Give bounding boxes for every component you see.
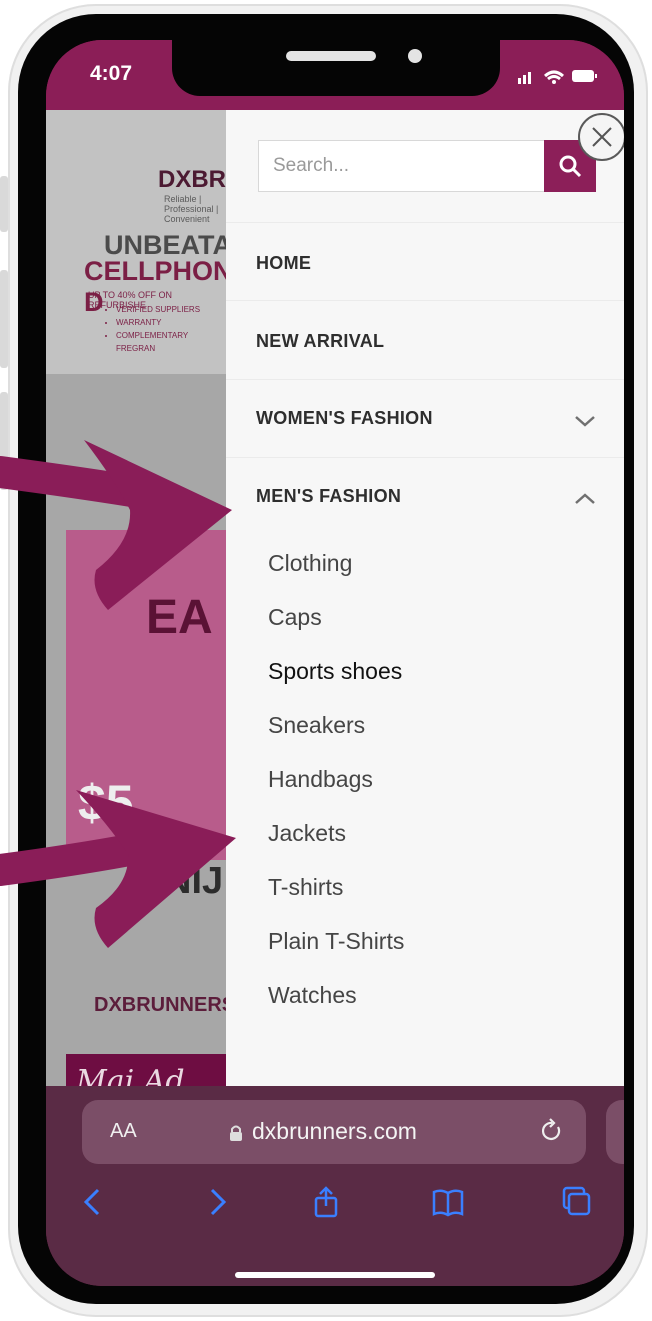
lock-icon bbox=[230, 1125, 242, 1141]
sub-item-watches[interactable]: Watches bbox=[268, 982, 357, 1009]
menu-item-womens-fashion[interactable]: WOMEN'S FASHION bbox=[256, 408, 586, 438]
camera bbox=[408, 49, 422, 63]
tabs-icon[interactable] bbox=[558, 1184, 594, 1220]
divider bbox=[226, 222, 624, 223]
address-bar[interactable]: AA dxbrunners.com bbox=[82, 1100, 586, 1164]
banner-point: COMPLEMENTARY FREGRAN bbox=[116, 329, 226, 355]
sub-item-tshirts[interactable]: T-shirts bbox=[268, 874, 343, 901]
annotation-arrow-icon bbox=[0, 440, 232, 610]
phone-side-button bbox=[0, 176, 8, 232]
phone-screen: 4:07 DXBR Reliable | Professional | Conv… bbox=[46, 40, 624, 1286]
banner-tagline: Reliable | Professional | Convenient bbox=[164, 194, 219, 224]
cellphone-banner: DXBR Reliable | Professional | Convenien… bbox=[46, 110, 269, 374]
status-time: 4:07 bbox=[90, 62, 133, 85]
browser-toolbar: AA dxbrunners.com bbox=[46, 1086, 624, 1286]
annotation-arrow-icon bbox=[0, 790, 236, 948]
divider bbox=[226, 300, 624, 301]
menu-item-new-arrival[interactable]: NEW ARRIVAL bbox=[256, 331, 586, 361]
url-domain: dxbrunners.com bbox=[252, 1118, 417, 1144]
back-icon[interactable] bbox=[76, 1184, 112, 1220]
status-bar: 4:07 bbox=[46, 40, 624, 110]
close-icon bbox=[592, 127, 612, 147]
sub-item-jackets[interactable]: Jackets bbox=[268, 820, 346, 847]
speaker bbox=[286, 51, 376, 61]
sub-item-caps[interactable]: Caps bbox=[268, 604, 322, 631]
sub-item-clothing[interactable]: Clothing bbox=[268, 550, 352, 577]
menu-item-mens-fashion[interactable]: MEN'S FASHION bbox=[256, 486, 586, 516]
chevron-down-icon[interactable] bbox=[572, 412, 598, 430]
sub-item-sports-shoes[interactable]: Sports shoes bbox=[268, 658, 402, 685]
search-icon bbox=[559, 155, 582, 178]
home-indicator[interactable] bbox=[235, 1272, 435, 1278]
banner-brand: DXBR bbox=[158, 166, 227, 193]
sub-item-sneakers[interactable]: Sneakers bbox=[268, 712, 365, 739]
close-button[interactable] bbox=[578, 113, 624, 161]
notch bbox=[172, 40, 500, 96]
brand-logo: DXBRUNNERS bbox=[94, 994, 236, 1016]
banner-points: VERIFIED SUPPLIERS WARRANTY COMPLEMENTAR… bbox=[104, 303, 226, 355]
divider bbox=[226, 379, 624, 380]
search-placeholder: Search... bbox=[273, 155, 350, 176]
banner-point: WARRANTY bbox=[116, 316, 226, 329]
divider bbox=[226, 457, 624, 458]
text-size-button[interactable]: AA bbox=[110, 1120, 137, 1143]
next-tab-preview[interactable] bbox=[606, 1100, 624, 1164]
search-input[interactable]: Search... bbox=[258, 140, 546, 192]
signal-wifi-battery-icons bbox=[518, 70, 597, 84]
side-menu: Search... HOME NEW ARRIVAL WOMEN'S FASHI… bbox=[226, 110, 624, 1086]
phone-side-button bbox=[0, 270, 8, 368]
sub-item-plain-tshirts[interactable]: Plain T-Shirts bbox=[268, 928, 404, 955]
forward-icon[interactable] bbox=[198, 1184, 234, 1220]
bookmarks-icon[interactable] bbox=[430, 1184, 466, 1220]
share-icon[interactable] bbox=[308, 1184, 344, 1220]
status-icons bbox=[518, 66, 598, 86]
reload-icon[interactable] bbox=[538, 1117, 566, 1145]
sub-item-handbags[interactable]: Handbags bbox=[268, 766, 373, 793]
chevron-up-icon[interactable] bbox=[572, 490, 598, 508]
menu-item-home[interactable]: HOME bbox=[256, 253, 586, 283]
banner-point: VERIFIED SUPPLIERS bbox=[116, 303, 226, 316]
